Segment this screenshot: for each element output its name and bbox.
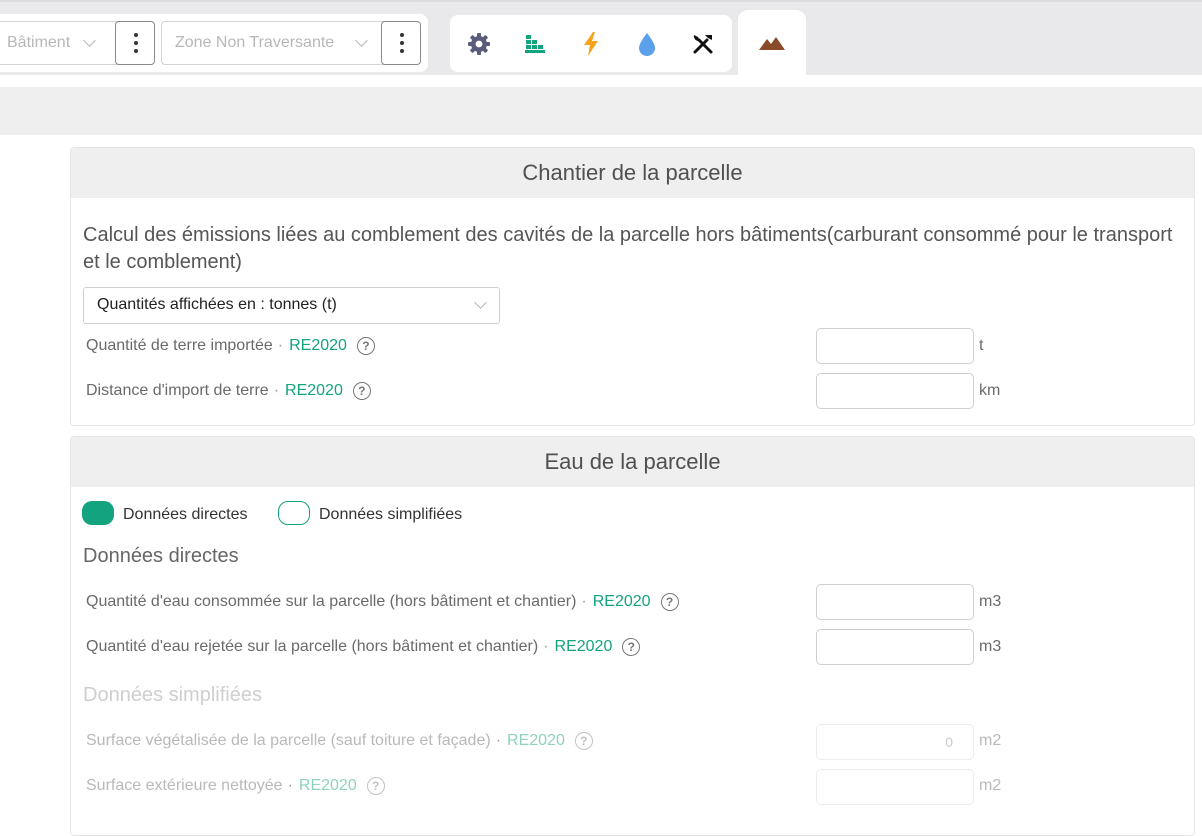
help-icon[interactable]: ? bbox=[352, 382, 371, 400]
unit-label: m3 bbox=[979, 638, 1002, 655]
re2020-tag: RE2020 bbox=[554, 638, 613, 655]
separator-dot: · bbox=[581, 593, 587, 610]
re2020-tag: RE2020 bbox=[289, 337, 347, 354]
label-text: Surface extérieure nettoyée bbox=[86, 777, 283, 794]
help-icon[interactable]: ? bbox=[622, 638, 641, 656]
help-icon[interactable]: ? bbox=[356, 337, 375, 355]
soil-quantity-input[interactable] bbox=[816, 328, 974, 364]
label-text: Surface végétalisée de la parcelle (sauf… bbox=[86, 732, 491, 749]
chevron-down-icon bbox=[474, 296, 487, 309]
label-text: Quantité d'eau rejetée sur la parcelle (… bbox=[86, 638, 539, 655]
label-text: Quantité d'eau consommée sur la parcelle… bbox=[86, 593, 577, 610]
building-menu-button[interactable] bbox=[115, 21, 155, 65]
eau-card: Eau de la parcelle Données directes Donn… bbox=[70, 436, 1195, 836]
unit-label: m3 bbox=[979, 593, 1002, 610]
water-consumed-input[interactable] bbox=[816, 584, 974, 620]
zone-menu-button[interactable] bbox=[381, 21, 421, 65]
unit-label: m2 bbox=[979, 777, 1002, 794]
eau-title: Eau de la parcelle bbox=[71, 437, 1194, 487]
green-surface-input[interactable]: 0 bbox=[816, 724, 974, 760]
zone-select-value: Zone Non Traversante bbox=[175, 34, 335, 51]
re2020-tag: RE2020 bbox=[592, 593, 651, 610]
help-icon[interactable]: ? bbox=[366, 777, 385, 795]
units-select-value: Quantités affichées en : tonnes (t) bbox=[97, 296, 337, 313]
re2020-tag: RE2020 bbox=[285, 382, 343, 399]
chantier-card: Chantier de la parcelle Calcul des émiss… bbox=[70, 147, 1195, 426]
unit-label: t bbox=[979, 337, 984, 354]
building-select[interactable]: Bâtiment bbox=[0, 21, 155, 65]
context-selectors: Bâtiment Zone Non Traversante bbox=[0, 14, 428, 72]
parcel-tab[interactable] bbox=[738, 10, 806, 77]
zone-select[interactable]: Zone Non Traversante bbox=[161, 21, 421, 65]
units-select[interactable]: Quantités affichées en : tonnes (t) bbox=[83, 287, 500, 324]
energy-tab[interactable] bbox=[576, 29, 606, 59]
top-bar: Bâtiment Zone Non Traversante bbox=[0, 0, 1202, 77]
module-toolbar bbox=[450, 15, 732, 72]
water-drop-icon bbox=[639, 33, 655, 56]
tools-icon bbox=[693, 35, 713, 54]
cleaned-surface-input[interactable] bbox=[816, 769, 974, 805]
separator-dot: · bbox=[287, 777, 293, 794]
chevron-down-icon bbox=[83, 34, 96, 47]
direct-data-label: Données directes bbox=[123, 506, 248, 523]
building-select-value: Bâtiment bbox=[7, 34, 71, 51]
field-label-cleaned-surface: Surface extérieure nettoyée · RE2020 ? bbox=[86, 777, 385, 795]
help-icon[interactable]: ? bbox=[574, 732, 593, 750]
unit-label: km bbox=[979, 382, 1001, 399]
field-label-soil-distance: Distance d'import de terre · RE2020 ? bbox=[86, 382, 371, 400]
mountain-icon bbox=[759, 37, 785, 50]
field-label-water-discharged: Quantité d'eau rejetée sur la parcelle (… bbox=[86, 638, 641, 656]
chantier-title: Chantier de la parcelle bbox=[71, 148, 1194, 198]
equipment-tab[interactable] bbox=[688, 29, 718, 59]
label-text: Distance d'import de terre bbox=[86, 382, 269, 399]
separator-dot: · bbox=[273, 382, 280, 399]
water-tab[interactable] bbox=[632, 29, 662, 59]
separator-dot: · bbox=[495, 732, 502, 749]
soil-distance-input[interactable] bbox=[816, 373, 974, 409]
help-icon[interactable]: ? bbox=[660, 593, 679, 611]
label-text: Quantité de terre importée bbox=[86, 337, 273, 354]
bricks-icon bbox=[525, 35, 545, 53]
settings-tab[interactable] bbox=[464, 29, 494, 59]
field-label-soil-quantity: Quantité de terre importée · RE2020 ? bbox=[86, 337, 375, 355]
simplified-data-label: Données simplifiées bbox=[319, 506, 463, 523]
water-discharged-input[interactable] bbox=[816, 629, 974, 665]
chantier-description: Calcul des émissions liées au comblement… bbox=[83, 224, 1173, 273]
separator-dot: · bbox=[543, 638, 549, 655]
direct-data-toggle[interactable] bbox=[82, 501, 114, 525]
simplified-data-toggle[interactable] bbox=[278, 501, 310, 525]
re2020-tag: RE2020 bbox=[298, 777, 357, 794]
separator-dot: · bbox=[277, 337, 284, 354]
gear-icon bbox=[468, 33, 490, 55]
simplified-data-heading: Données simplifiées bbox=[83, 684, 262, 706]
field-label-water-consumed: Quantité d'eau consommée sur la parcelle… bbox=[86, 593, 679, 611]
direct-data-heading: Données directes bbox=[83, 545, 239, 567]
field-label-green-surface: Surface végétalisée de la parcelle (sauf… bbox=[86, 732, 593, 750]
unit-label: m2 bbox=[979, 732, 1002, 749]
lightning-icon bbox=[584, 32, 598, 56]
section-band bbox=[0, 87, 1202, 135]
re2020-tag: RE2020 bbox=[507, 732, 565, 749]
construction-tab[interactable] bbox=[520, 29, 550, 59]
chevron-down-icon bbox=[355, 34, 368, 47]
